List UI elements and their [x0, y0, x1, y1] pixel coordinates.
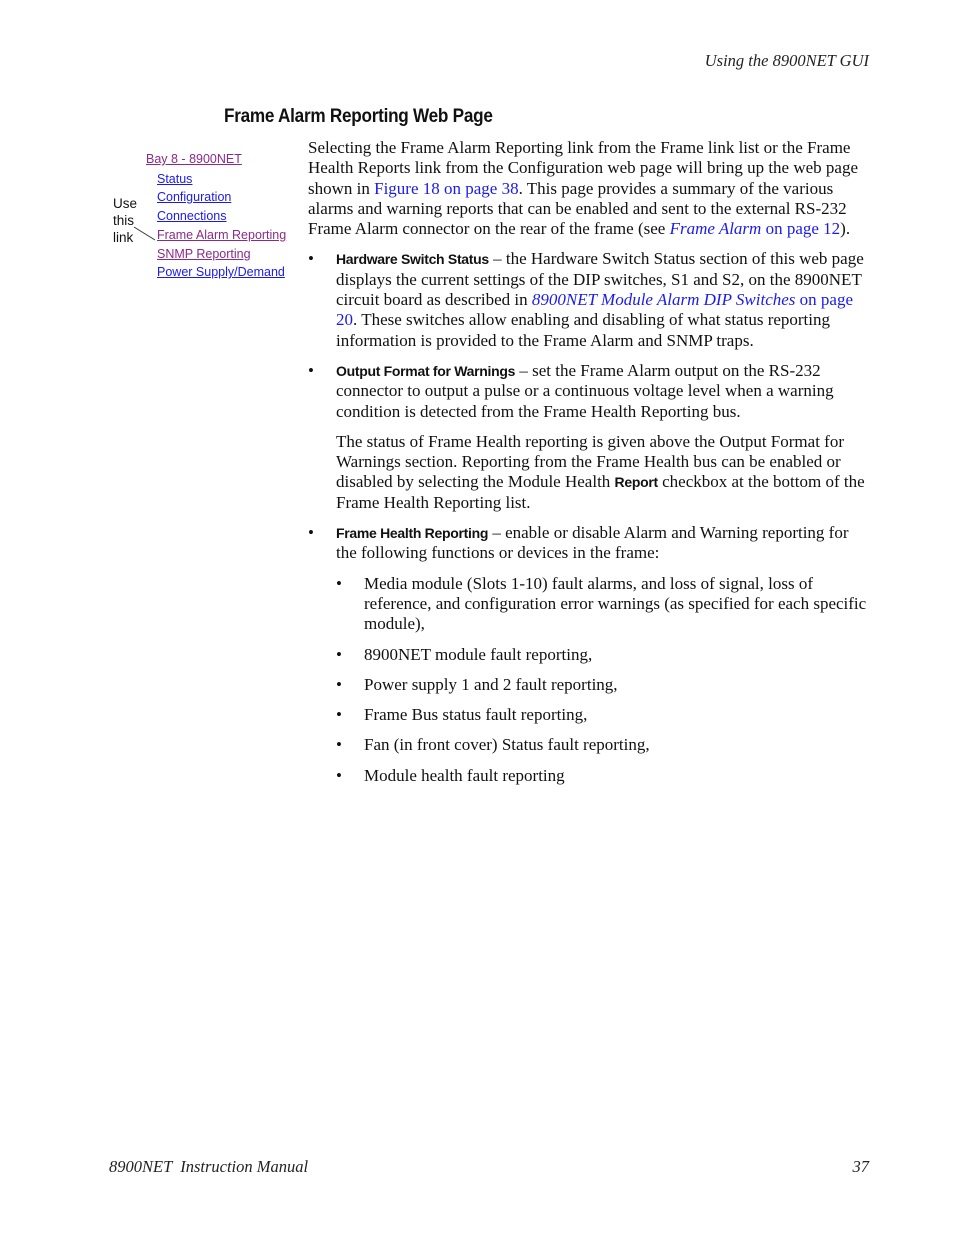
runin-heading: Hardware Switch Status: [336, 251, 489, 268]
xref-dip-switches-title[interactable]: 8900NET Module Alarm DIP Switches: [532, 290, 796, 309]
xref-frame-alarm-page[interactable]: on page 12: [761, 219, 841, 238]
footer-manual-title: 8900NET Instruction Manual: [109, 1157, 309, 1176]
runin-heading: Frame Health Reporting: [336, 525, 489, 542]
link-frame-alarm-reporting[interactable]: Frame Alarm Reporting: [157, 228, 286, 242]
link-snmp-reporting[interactable]: SNMP Reporting: [157, 247, 251, 261]
sub-item: Module health fault reporting: [336, 766, 873, 787]
link-status[interactable]: Status: [157, 172, 192, 186]
report-label: Report: [614, 474, 659, 491]
bullet-hardware-switch-status: Hardware Switch Status – the Hardware Sw…: [308, 249, 873, 350]
runin-heading: Output Format for Warnings: [336, 362, 516, 379]
feature-list: Hardware Switch Status – the Hardware Sw…: [308, 249, 873, 786]
sub-item: Fan (in front cover) Status fault report…: [336, 735, 873, 756]
callout-line-2: this: [113, 213, 135, 228]
section-title: Frame Alarm Reporting Web Page: [224, 105, 493, 127]
intro-text: ).: [840, 219, 851, 239]
link-bay-8900net[interactable]: Bay 8 - 8900NET: [146, 152, 242, 166]
sub-item: 8900NET module fault reporting,: [336, 645, 873, 666]
xref-figure-18[interactable]: Figure 18 on page 38: [374, 179, 518, 198]
sub-item: Media module (Slots 1-10) fault alarms, …: [336, 574, 873, 635]
output-format-note: The status of Frame Health reporting is …: [336, 432, 873, 513]
intro-paragraph: Selecting the Frame Alarm Reporting link…: [308, 138, 873, 239]
link-power-supply-demand[interactable]: Power Supply/Demand: [157, 265, 285, 279]
footer-page-number: 37: [852, 1157, 870, 1176]
link-connections[interactable]: Connections: [157, 209, 227, 223]
bullet-frame-health-reporting: Frame Health Reporting – enable or disab…: [308, 523, 873, 786]
sub-item: Frame Bus status fault reporting,: [336, 705, 873, 726]
frame-health-sublist: Media module (Slots 1-10) fault alarms, …: [336, 574, 873, 787]
body-text: Selecting the Frame Alarm Reporting link…: [308, 138, 873, 786]
link-list-figure: Bay 8 - 8900NET Status Configuration Con…: [110, 150, 305, 285]
xref-frame-alarm[interactable]: Frame Alarm on page 12: [670, 219, 841, 238]
bullet-text: . These switches allow enabling and disa…: [336, 310, 831, 350]
running-head: Using the 8900NET GUI: [704, 51, 869, 70]
callout-line-1: Use: [113, 196, 138, 211]
callout-label: Use this link: [113, 195, 137, 246]
link-configuration[interactable]: Configuration: [157, 190, 231, 204]
callout-line-3: link: [113, 230, 134, 245]
xref-frame-alarm-title[interactable]: Frame Alarm: [670, 219, 762, 238]
sub-item: Power supply 1 and 2 fault reporting,: [336, 675, 873, 696]
bullet-output-format: Output Format for Warnings – set the Fra…: [308, 361, 873, 513]
